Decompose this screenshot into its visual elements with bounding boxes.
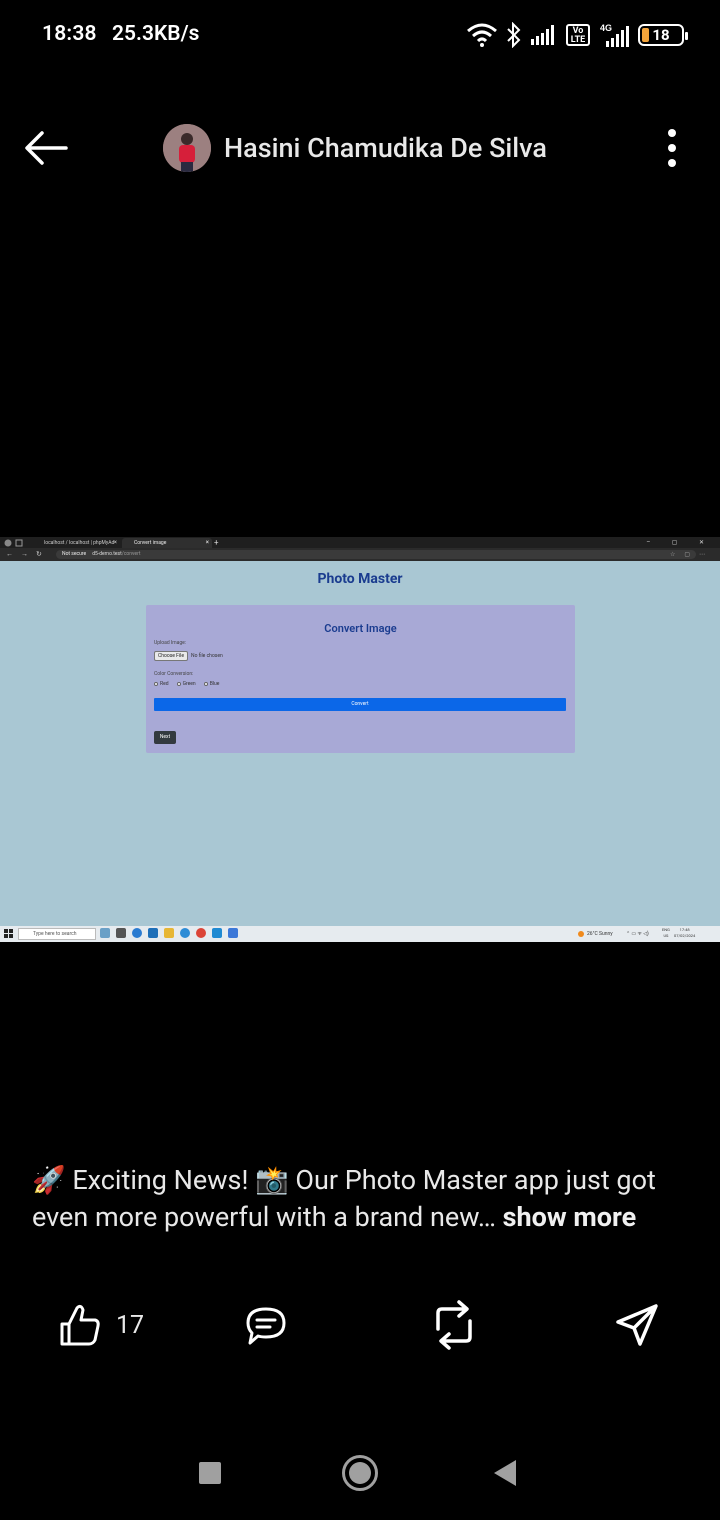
browser-toolbar: ←→↻ Not secure d5-demo.test/convert ☆▢⋯ xyxy=(0,548,720,561)
edge-icon xyxy=(132,928,142,938)
browser-tab-title: localhost / localhost | phpMyAd xyxy=(44,540,115,546)
send-button[interactable] xyxy=(614,1295,660,1355)
radio-green: Green xyxy=(176,681,196,687)
browser-nav-icons: ←→↻ xyxy=(6,550,50,558)
like-count: 17 xyxy=(116,1310,145,1340)
next-button: Next xyxy=(154,731,176,744)
vscode-icon xyxy=(212,928,222,938)
browser-tab-title: Convert image xyxy=(134,540,167,546)
status-bar: 18:38 25.3KB/s Vo LTE 4G 18 xyxy=(0,0,720,70)
show-more-link[interactable]: show more xyxy=(503,1201,637,1233)
site-title: Photo Master xyxy=(317,571,403,587)
app-icon xyxy=(116,928,126,938)
window-controls: – ▢ ✕ xyxy=(646,539,714,546)
like-button[interactable]: 17 xyxy=(58,1295,144,1355)
status-icons: Vo LTE 4G 18 xyxy=(466,20,688,50)
network-speed: 25.3KB/s xyxy=(112,22,200,46)
close-icon: × xyxy=(113,539,117,546)
convert-button: Convert xyxy=(154,698,566,711)
browser-tab-convert: Convert image × xyxy=(122,538,212,548)
taskbar-language: ENG US xyxy=(662,927,670,939)
battery-level: 18 xyxy=(652,26,670,44)
new-tab-icon: + xyxy=(214,538,219,547)
system-back-button[interactable] xyxy=(494,1460,516,1486)
signal-4g-icon: 4G xyxy=(600,23,629,47)
browser-tab-phpmyadmin: localhost / localhost | phpMyAd × xyxy=(32,538,120,548)
browser-tab-strip: localhost / localhost | phpMyAd × Conver… xyxy=(0,537,720,548)
app-icon xyxy=(148,928,158,938)
taskbar-search-placeholder: Type here to search xyxy=(33,931,77,937)
author-avatar[interactable] xyxy=(163,124,211,172)
taskbar-apps xyxy=(100,928,238,938)
app-icon xyxy=(100,928,110,938)
radio-label: Red xyxy=(160,681,169,687)
taskbar-weather: 26°C Sunny xyxy=(578,929,613,939)
browser-extension-icons: ☆▢⋯ xyxy=(669,551,714,558)
send-icon xyxy=(616,1304,658,1346)
clock-date: 07/02/2024 xyxy=(674,933,696,938)
post-image[interactable]: localhost / localhost | phpMyAd × Conver… xyxy=(0,537,720,942)
recents-button[interactable] xyxy=(199,1462,221,1484)
upload-label: Upload Image: xyxy=(154,640,187,646)
url-path: /convert xyxy=(121,551,141,557)
repost-button[interactable] xyxy=(432,1295,476,1355)
author-name[interactable]: Hasini Chamudika De Silva xyxy=(224,132,547,164)
address-bar: Not secure d5-demo.test/convert xyxy=(56,550,696,559)
post-actions: 17 xyxy=(0,1295,720,1355)
taskbar-clock: 17:48 07/02/2024 xyxy=(674,927,695,939)
comment-icon xyxy=(246,1307,286,1345)
radio-label: Blue xyxy=(209,681,220,687)
status-time: 18:38 xyxy=(42,22,97,46)
convert-card: Convert Image Upload Image: Choose File … xyxy=(146,605,575,753)
home-button[interactable] xyxy=(342,1455,378,1491)
comment-button[interactable] xyxy=(242,1295,290,1355)
chrome-icon xyxy=(196,928,206,938)
thumbs-up-icon xyxy=(60,1304,100,1346)
folder-icon xyxy=(164,928,174,938)
file-input: Choose File No file chosen xyxy=(154,651,223,661)
weather-text: 26°C Sunny xyxy=(587,931,613,937)
svg-text:4G: 4G xyxy=(600,23,612,33)
file-status: No file chosen xyxy=(191,653,223,659)
battery-icon: 18 xyxy=(638,24,688,46)
system-nav-bar xyxy=(0,1440,720,1504)
browser-profile-icon xyxy=(4,539,23,547)
region-code: US xyxy=(663,933,669,938)
windows-taskbar: Type here to search 26°C Sunny ⌃ ▭ ᯤ ◁) … xyxy=(0,926,720,942)
web-page: Photo Master Convert Image Upload Image:… xyxy=(2,563,718,926)
radio-blue: Blue xyxy=(203,681,220,687)
windows-logo-icon xyxy=(4,929,13,938)
arrow-left-icon xyxy=(25,131,68,165)
color-conversion-label: Color Conversion: xyxy=(154,671,194,677)
wifi-icon xyxy=(467,23,497,47)
post-caption[interactable]: 🚀 Exciting News! 📸 Our Photo Master app … xyxy=(32,1162,692,1236)
not-secure-label: Not secure xyxy=(62,551,87,557)
back-button[interactable] xyxy=(20,126,72,170)
color-radio-group: Red Green Blue xyxy=(154,681,219,687)
bluetooth-icon xyxy=(507,22,521,48)
signal-icon xyxy=(531,25,554,45)
close-icon: × xyxy=(205,539,209,546)
radio-label: Green xyxy=(182,681,196,687)
app-icon xyxy=(180,928,190,938)
radio-red: Red xyxy=(154,681,169,687)
taskbar-search: Type here to search xyxy=(18,928,96,940)
post-header: Hasini Chamudika De Silva xyxy=(0,112,720,184)
url-host: d5-demo.test xyxy=(92,551,122,557)
card-title: Convert Image xyxy=(324,622,397,635)
repost-icon xyxy=(436,1300,472,1350)
volte-icon: Vo LTE xyxy=(566,24,590,46)
more-options-button[interactable] xyxy=(660,124,684,172)
more-vertical-icon xyxy=(668,129,676,167)
choose-file-button: Choose File xyxy=(154,651,189,661)
app-icon xyxy=(228,928,238,938)
system-tray-icons: ⌃ ▭ ᯤ ◁) xyxy=(626,931,649,937)
